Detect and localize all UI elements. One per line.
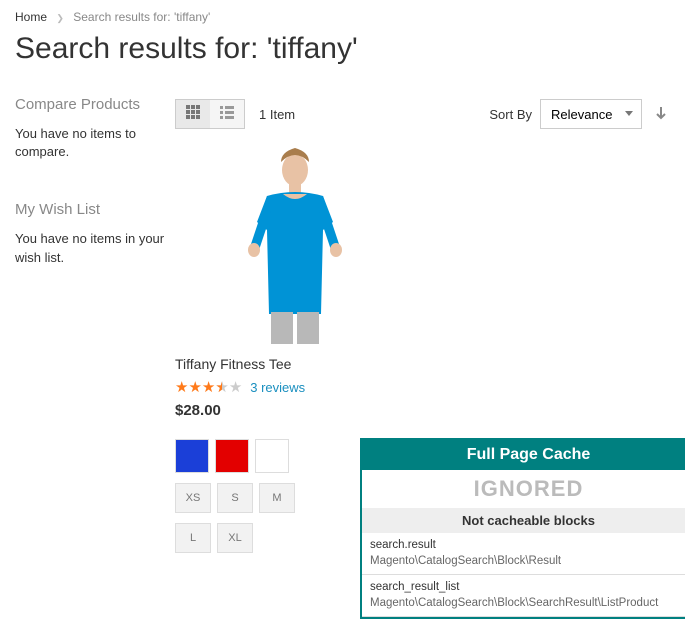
size-xl[interactable]: XL xyxy=(217,523,253,553)
fpc-debug-panel: Full Page Cache IGNORED Not cacheable bl… xyxy=(360,438,685,619)
swatch-red[interactable] xyxy=(215,439,249,473)
list-view-button[interactable] xyxy=(210,100,244,128)
arrow-down-icon xyxy=(654,106,668,123)
reviews-link[interactable]: 3 reviews xyxy=(250,380,305,395)
star-icon: ★ xyxy=(188,378,201,396)
grid-view-button[interactable] xyxy=(176,100,210,128)
breadcrumb: Home ❯ Search results for: 'tiffany' xyxy=(15,10,670,24)
product-name: Tiffany Fitness Tee xyxy=(175,356,415,372)
sort-by-label: Sort By xyxy=(489,107,532,122)
fpc-status: IGNORED xyxy=(362,470,685,508)
rating-stars: ★ ★ ★ ★ ★ xyxy=(175,378,242,396)
size-xs[interactable]: XS xyxy=(175,483,211,513)
fpc-block-class: Magento\CatalogSearch\Block\SearchResult… xyxy=(370,596,685,612)
size-m[interactable]: M xyxy=(259,483,295,513)
fpc-block-list[interactable]: search.result Magento\CatalogSearch\Bloc… xyxy=(362,533,685,617)
star-empty-icon: ★ xyxy=(229,378,242,396)
fpc-subhead: Not cacheable blocks xyxy=(362,508,685,533)
breadcrumb-current: Search results for: 'tiffany' xyxy=(73,10,210,24)
grid-icon xyxy=(185,104,201,125)
fpc-title: Full Page Cache xyxy=(362,440,685,470)
page-title: Search results for: 'tiffany' xyxy=(15,32,670,66)
compare-empty: You have no items to compare. xyxy=(15,125,165,161)
swatch-white[interactable] xyxy=(255,439,289,473)
fpc-block-item: search.result Magento\CatalogSearch\Bloc… xyxy=(362,533,685,575)
wishlist-empty: You have no items in your wish list. xyxy=(15,230,165,266)
chevron-right-icon: ❯ xyxy=(56,13,64,23)
breadcrumb-home[interactable]: Home xyxy=(15,10,47,24)
star-icon: ★ xyxy=(175,378,188,396)
fpc-block-name: search.result xyxy=(370,538,685,554)
item-count: 1 Item xyxy=(259,107,295,122)
star-half-icon: ★ xyxy=(215,378,228,396)
swatch-blue[interactable] xyxy=(175,439,209,473)
fpc-block-class: Magento\CatalogSearch\Block\Result xyxy=(370,554,685,570)
view-mode-switcher xyxy=(175,99,245,129)
size-s[interactable]: S xyxy=(217,483,253,513)
sort-select[interactable]: Relevance xyxy=(540,99,642,129)
compare-heading: Compare Products xyxy=(15,96,165,113)
size-l[interactable]: L xyxy=(175,523,211,553)
wishlist-heading: My Wish List xyxy=(15,201,165,218)
star-icon: ★ xyxy=(202,378,215,396)
fpc-block-name: search_result_list xyxy=(370,580,685,596)
list-icon xyxy=(219,104,235,125)
product-price: $28.00 xyxy=(175,402,415,419)
sort-direction-button[interactable] xyxy=(652,105,670,123)
product-image xyxy=(223,144,368,344)
fpc-block-item: search_result_list Magento\CatalogSearch… xyxy=(362,575,685,617)
